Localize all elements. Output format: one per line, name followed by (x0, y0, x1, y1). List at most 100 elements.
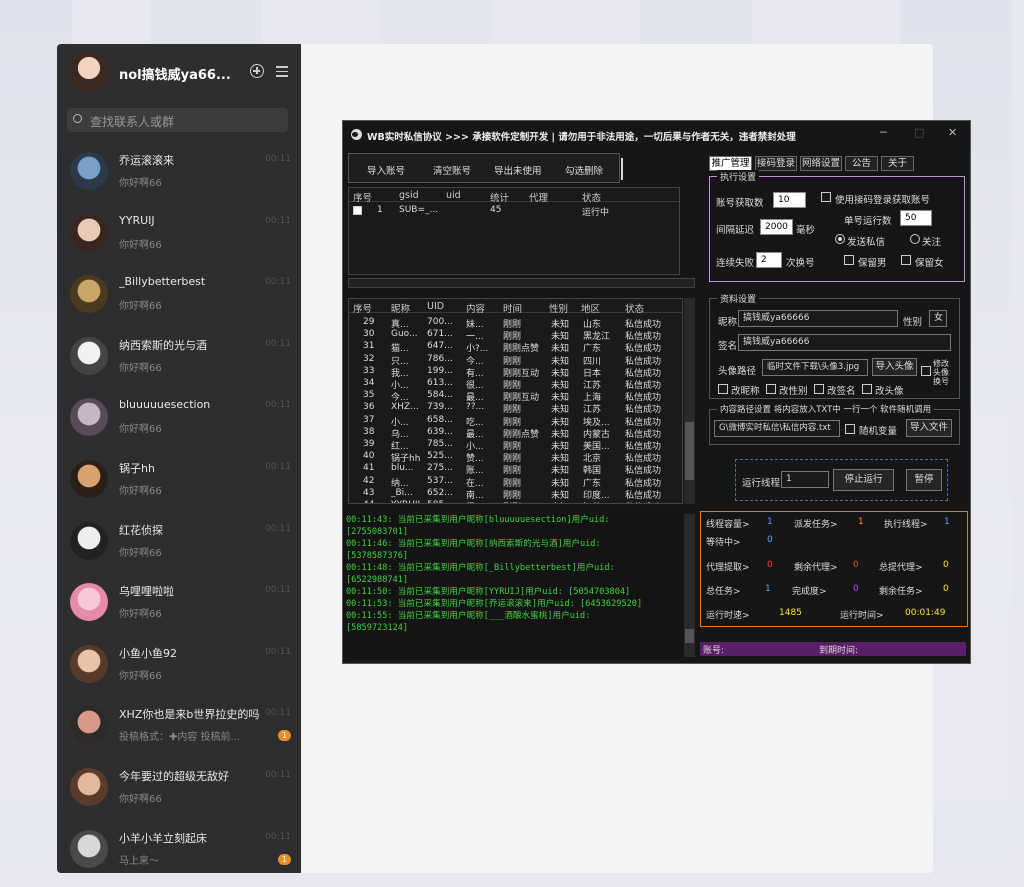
table-row[interactable]: 42 纳... 537... 在... 刚刚 未知 广东 私信成功 (349, 476, 682, 489)
import-accounts-button[interactable]: 导入账号 (367, 163, 405, 177)
gender-input[interactable]: 女 (929, 310, 947, 327)
table-cell: 585... (427, 500, 453, 503)
table-cell: YYRUIJ (391, 500, 420, 503)
thread-input[interactable]: 1 (781, 471, 829, 488)
table-row[interactable]: 33 我... 199... 有... 刚刚互动 未知 日本 私信成功 (349, 366, 682, 379)
table-row[interactable]: 31 猫... 647... 小?... 刚刚点赞 未知 广东 私信成功 (349, 341, 682, 355)
column-header[interactable]: 序号 (353, 301, 372, 315)
column-header[interactable]: gsid (399, 190, 419, 201)
avatar[interactable] (69, 52, 109, 92)
close-icon[interactable]: ✕ (948, 126, 957, 139)
single-run-input[interactable]: 50 (900, 210, 932, 226)
minimize-icon[interactable]: ─ (880, 126, 887, 139)
import-file-button[interactable]: 导入文件 (906, 419, 952, 437)
table-row[interactable]: 30 Guo... 671... 一... 刚刚 未知 黑龙江 私信成功 (349, 329, 682, 343)
nick-input[interactable]: 搞钱威ya66666 (738, 310, 898, 327)
menu-icon[interactable] (273, 66, 288, 78)
column-header[interactable]: 地区 (581, 301, 600, 315)
table-row[interactable]: 39 红... 785... 小... 刚刚 未知 美国... 私信成功 (349, 439, 682, 452)
table-row[interactable]: 40 锅子hh 525... 赞... 刚刚 未知 北京 私信成功 (349, 451, 682, 464)
column-header[interactable]: 时间 (503, 301, 522, 315)
column-header[interactable]: 序号 (353, 190, 372, 204)
column-header[interactable]: uid (446, 190, 461, 201)
table-row[interactable]: 32 只... 786... 今... 刚刚 未知 四川 私信成功 (349, 354, 682, 367)
tab-notice[interactable]: 公告 (845, 156, 878, 171)
tab-code-login[interactable]: 接码登录 (755, 156, 797, 171)
conversation-item[interactable]: 小羊小羊立刻起床 马上来～ 00:11 1 (57, 820, 301, 873)
table-row[interactable]: 35 今... 584... 最... 刚刚互动 未知 上海 私信成功 (349, 390, 682, 403)
use-code-login-checkbox[interactable] (821, 192, 831, 202)
conversation-item[interactable]: bluuuuuesection 你好啊66 00:11 (57, 388, 301, 450)
column-header[interactable]: 状态 (582, 190, 601, 204)
table-row[interactable]: 1 SUB=_... 45 运行中 (349, 205, 679, 218)
table-row[interactable]: 41 blu... 275... 账... 刚刚 未知 韩国 私信成功 (349, 463, 682, 476)
table-row[interactable]: 37 小... 658... 吃... 刚刚 未知 埃及... 私信成功 (349, 415, 682, 428)
stop-button[interactable]: 停止运行 (833, 469, 894, 491)
log-line: [2755083701] (346, 527, 409, 537)
log-scrollbar[interactable] (684, 514, 695, 657)
keep-male-checkbox[interactable] (844, 255, 854, 265)
column-header[interactable]: 状态 (625, 301, 644, 315)
interval-unit: 毫秒 (796, 225, 816, 236)
tab-promo[interactable]: 推广管理 (709, 156, 752, 171)
table-row[interactable]: 44 YYRUIJ 585... 很... 刚刚 未知 江苏 私信成功 (349, 500, 682, 503)
conversation-item[interactable]: 红花侦探 你好啊66 00:11 (57, 512, 301, 574)
account-table[interactable]: 序号 gsid uid 统计 代理 状态 1 SUB=_... 45 运行中 (348, 187, 680, 275)
conversation-item[interactable]: 乌哩哩啦啦 你好啊66 00:11 (57, 573, 301, 635)
import-avatar-button[interactable]: 导入头像 (872, 358, 917, 376)
conversation-item[interactable]: _Billybetterbest 你好啊66 00:11 (57, 265, 301, 327)
tab-about[interactable]: 关于 (881, 156, 914, 171)
change-avatar-img-checkbox[interactable] (862, 384, 872, 394)
maximize-icon[interactable]: □ (914, 126, 924, 139)
table-row[interactable]: 34 小... 613... 很... 刚刚 未知 江苏 私信成功 (349, 378, 682, 391)
export-unused-button[interactable]: 导出未使用 (494, 163, 542, 177)
conversation-item[interactable]: 锅子hh 你好啊66 00:11 (57, 450, 301, 512)
column-header[interactable]: 昵称 (391, 301, 410, 315)
fail-input[interactable]: 2 (756, 252, 782, 268)
change-avatar-checkbox[interactable] (921, 366, 931, 376)
conversation-item[interactable]: 乔运滚滚来 你好啊66 00:11 (57, 142, 301, 204)
conversation-item[interactable]: YYRUIJ 你好啊66 00:11 (57, 204, 301, 266)
pause-button[interactable]: 暂停 (906, 469, 942, 491)
random-var-checkbox[interactable] (845, 424, 855, 434)
keep-female-checkbox[interactable] (901, 255, 911, 265)
add-chat-icon[interactable] (250, 64, 264, 78)
row-checkbox[interactable] (353, 206, 362, 215)
column-header[interactable]: 内容 (466, 301, 485, 315)
change-sign-checkbox[interactable] (814, 384, 824, 394)
message-table[interactable]: 序号 昵称 UID 内容 时间 性别 地区 状态 29 真... 700... 妹... 刚刚 未知 山东… (348, 298, 683, 504)
table-row[interactable]: 29 真... 700... 妹... 刚刚 未知 山东 私信成功 (349, 317, 682, 330)
conversation-item[interactable]: XHZ你也是来b世界拉史的吗 投稿格式：✚内容 投稿前... 00:11 1 (57, 696, 301, 758)
column-header[interactable]: 性别 (549, 301, 568, 315)
conversation-preview: 你好啊66 (119, 424, 162, 436)
table-row[interactable]: 43 _Bi... 652... 南... 刚刚 未知 印度... 私信成功 (349, 488, 682, 501)
table-cell: 私信成功 (625, 332, 662, 343)
column-header[interactable]: 代理 (529, 190, 548, 204)
column-header[interactable]: UID (427, 301, 444, 312)
conversation-item[interactable]: 纳西索斯的光与酒 你好啊66 00:11 (57, 327, 301, 389)
acct-fetch-input[interactable]: 10 (773, 192, 806, 208)
waiting-value: 0 (767, 535, 773, 545)
search-input[interactable]: 查找联系人或群 (67, 108, 288, 132)
conversation-item[interactable]: 小鱼小鱼92 你好啊66 00:11 (57, 635, 301, 697)
follow-radio[interactable] (910, 234, 920, 244)
delete-checked-button[interactable]: 勾选删除 (565, 163, 603, 177)
horizontal-scrollbar[interactable] (348, 278, 695, 288)
interval-input[interactable]: 2000 (760, 219, 793, 235)
conversation-item[interactable]: 今年要过的超级无敌好 你好啊66 00:11 (57, 758, 301, 820)
change-gender-checkbox[interactable] (766, 384, 776, 394)
sign-input[interactable]: 搞钱威ya66666 (738, 334, 951, 351)
table-cell: 广东 (583, 344, 602, 355)
table-row[interactable]: 36 XHZ... 739...??... 刚刚 未知 江苏 私信成功 (349, 402, 682, 415)
table-cell: 日本 (583, 368, 602, 379)
message-scrollbar[interactable] (684, 298, 695, 504)
send-msg-radio[interactable] (835, 234, 845, 244)
tab-network[interactable]: 网络设置 (800, 156, 842, 171)
clear-accounts-button[interactable]: 清空账号 (433, 163, 471, 177)
table-row[interactable]: 38 乌... 639... 最... 刚刚点赞 未知 内蒙古 私信成功 (349, 427, 682, 440)
proxy-left-label: 剩余代理> (794, 563, 838, 573)
column-header[interactable]: 统计 (490, 190, 509, 204)
avatar-path-input[interactable]: 临时文件下载\头像3.jpg (762, 359, 868, 376)
content-path-input[interactable]: G\微博实时私信\私信内容.txt (714, 420, 840, 437)
change-nick-checkbox[interactable] (718, 384, 728, 394)
